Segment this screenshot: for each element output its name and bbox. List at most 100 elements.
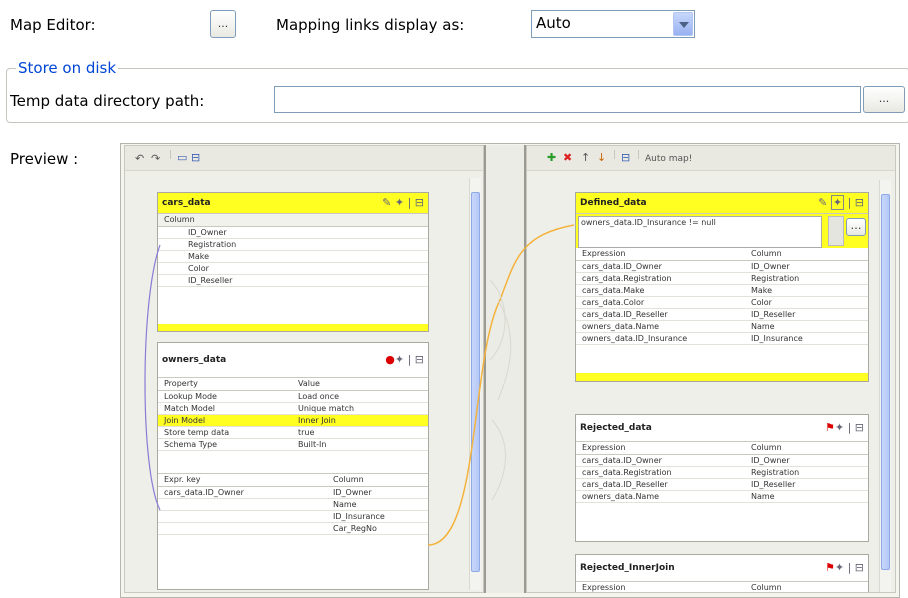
output-row[interactable]: cars_data.Color Color — [576, 297, 868, 309]
expand-icon[interactable]: ⊟ — [191, 151, 200, 164]
move-up-icon[interactable]: ↑ — [581, 151, 590, 164]
minimize-icon[interactable]: ▭ — [177, 151, 187, 164]
expression-header: Expression — [582, 583, 626, 592]
rejected-data-table[interactable]: Rejected_data ⚑✦ | ⊟ Expression Column c… — [575, 414, 869, 542]
cell-first: cars_data.Registration — [582, 274, 672, 283]
temp-dir-label: Temp data directory path: — [10, 92, 205, 110]
props-header: Property Value — [158, 378, 428, 391]
property-row[interactable]: Store temp data true — [158, 427, 428, 439]
cell-first: Join Model — [164, 416, 206, 425]
cell-first: Schema Type — [164, 440, 218, 449]
undo-icon[interactable]: ↶ — [135, 152, 144, 165]
table-tools-icon[interactable]: ⚑✦ | ⊟ — [825, 561, 864, 574]
delete-icon[interactable]: ✖ — [563, 151, 572, 164]
table-tools-icon[interactable]: ⚑✦ | ⊟ — [825, 421, 864, 434]
left-vertical-scrollbar[interactable] — [469, 178, 481, 590]
output-row[interactable]: cars_data.Make Make — [576, 285, 868, 297]
key-row[interactable]: ID_Insurance — [158, 511, 428, 523]
table-tools-icon[interactable]: ●✦ | ⊟ — [385, 353, 424, 366]
key-row[interactable]: cars_data.ID_Owner ID_Owner — [158, 487, 428, 499]
table-tools-icon[interactable]: ✎ ✦ | ⊟ — [382, 196, 424, 209]
table-row[interactable]: Registration — [158, 239, 428, 251]
output-row[interactable]: owners_data.Name Name — [576, 491, 868, 503]
right-vertical-scrollbar[interactable] — [879, 180, 891, 592]
defined-rows: cars_data.ID_Owner ID_Owner cars_data.Regi… — [576, 261, 868, 345]
output-row[interactable]: cars_data.Registration Registration — [576, 273, 868, 285]
owners-data-header: owners_data ●✦ | ⊟ — [158, 343, 428, 378]
owners-data-table[interactable]: owners_data ●✦ | ⊟ Property Value Lookup… — [157, 342, 429, 590]
map-editor-label: Map Editor: — [10, 16, 96, 34]
property-row[interactable]: Join Model Inner Join — [158, 415, 428, 427]
innerjoin-columns-header: Expression Column — [576, 582, 868, 592]
output-row[interactable]: owners_data.Name Name — [576, 321, 868, 333]
cell-second: ID_Insurance — [751, 334, 803, 343]
scrollbar-thumb[interactable] — [471, 192, 480, 572]
property-row[interactable]: Match Model Unique match — [158, 403, 428, 415]
output-row[interactable]: owners_data.ID_Insurance ID_Insurance — [576, 333, 868, 345]
move-down-icon[interactable]: ↓ — [597, 151, 606, 164]
chevron-down-icon[interactable] — [673, 12, 693, 36]
cell-first: cars_data.Color — [582, 298, 645, 307]
key-row[interactable]: Car_RegNo — [158, 523, 428, 535]
map-editor-button[interactable]: ... — [210, 10, 236, 38]
temp-dir-browse-button[interactable]: ... — [863, 86, 905, 113]
key-row[interactable]: Name — [158, 499, 428, 511]
output-row[interactable]: cars_data.ID_Owner ID_Owner — [576, 455, 868, 467]
expr-key-header: Expr. key — [164, 475, 201, 484]
cell-second: ID_Insurance — [333, 512, 385, 521]
cell-first: Match Model — [164, 404, 215, 413]
cars-data-rows: ID_Owner Registration Make Color ID_Reseller — [158, 227, 428, 287]
cars-data-table[interactable]: cars_data ✎ ✦ | ⊟ Column ID_Owner Registr… — [157, 192, 429, 332]
table-row[interactable]: ID_Owner — [158, 227, 428, 239]
mapping-links-select[interactable]: Auto — [531, 10, 695, 38]
redo-icon[interactable]: ↷ — [151, 152, 160, 165]
rejected-columns-header: Expression Column — [576, 442, 868, 455]
expand-icon[interactable]: ⊟ — [621, 151, 630, 164]
output-row[interactable]: cars_data.ID_Reseller ID_Reseller — [576, 309, 868, 321]
auto-map-button[interactable]: Auto map! — [645, 154, 692, 164]
rejected-innerjoin-table[interactable]: Rejected_InnerJoin ⚑✦ | ⊟ Expression Col… — [575, 554, 869, 592]
scrollbar-thumb[interactable] — [881, 194, 890, 570]
temp-dir-input[interactable] — [274, 86, 861, 113]
filter-input[interactable]: owners_data.ID_Insurance != null — [578, 216, 822, 248]
cell-second: Make — [751, 286, 773, 295]
cell-second: Unique match — [298, 404, 355, 413]
output-row[interactable]: cars_data.ID_Reseller ID_Reseller — [576, 479, 868, 491]
defined-data-footer — [576, 373, 868, 381]
link-area — [484, 145, 526, 593]
cell-second: ID_Reseller — [751, 310, 796, 319]
table-row[interactable]: ID_Reseller — [158, 275, 428, 287]
props-rows: Lookup Mode Load once Match Model Unique ma… — [158, 391, 428, 451]
filter-area: owners_data.ID_Insurance != null … — [576, 214, 868, 248]
defined-data-name: Defined_data — [580, 198, 647, 208]
filter-edit-button[interactable]: … — [846, 218, 866, 236]
owners-data-name: owners_data — [162, 355, 227, 365]
column-header: Column — [751, 443, 782, 452]
cell-first: cars_data.ID_Reseller — [582, 480, 668, 489]
cell-second: Name — [751, 492, 775, 501]
cell-first: Lookup Mode — [164, 392, 217, 401]
add-icon[interactable]: ✚ — [547, 151, 556, 164]
cars-data-footer — [158, 324, 428, 331]
mapping-links-label: Mapping links display as: — [276, 16, 465, 34]
cell-first: cars_data.ID_Owner — [582, 262, 662, 271]
property-row[interactable]: Schema Type Built-In — [158, 439, 428, 451]
cell-first: cars_data.ID_Owner — [582, 456, 662, 465]
table-tools-icon[interactable]: ✎ ✦ | ⊟ — [818, 195, 864, 210]
output-row[interactable]: cars_data.ID_Owner ID_Owner — [576, 261, 868, 273]
cars-data-header: cars_data ✎ ✦ | ⊟ — [158, 193, 428, 214]
filter-scrollbar[interactable] — [828, 216, 844, 246]
toolbar-separator: | — [637, 150, 641, 160]
rejected-innerjoin-header: Rejected_InnerJoin ⚑✦ | ⊟ — [576, 555, 868, 582]
cell-second: Car_RegNo — [333, 524, 377, 533]
table-row[interactable]: Make — [158, 251, 428, 263]
defined-data-table[interactable]: Defined_data ✎ ✦ | ⊟ owners_data.ID_Insu… — [575, 192, 869, 382]
table-row[interactable]: Color — [158, 263, 428, 275]
value-header: Value — [298, 379, 320, 388]
cell-second: Color — [751, 298, 772, 307]
cell-second: Registration — [751, 274, 800, 283]
cell-first: owners_data.Name — [582, 322, 660, 331]
output-row[interactable]: cars_data.Registration Registration — [576, 467, 868, 479]
cell-first: cars_data.ID_Owner — [164, 488, 244, 497]
property-row[interactable]: Lookup Mode Load once — [158, 391, 428, 403]
